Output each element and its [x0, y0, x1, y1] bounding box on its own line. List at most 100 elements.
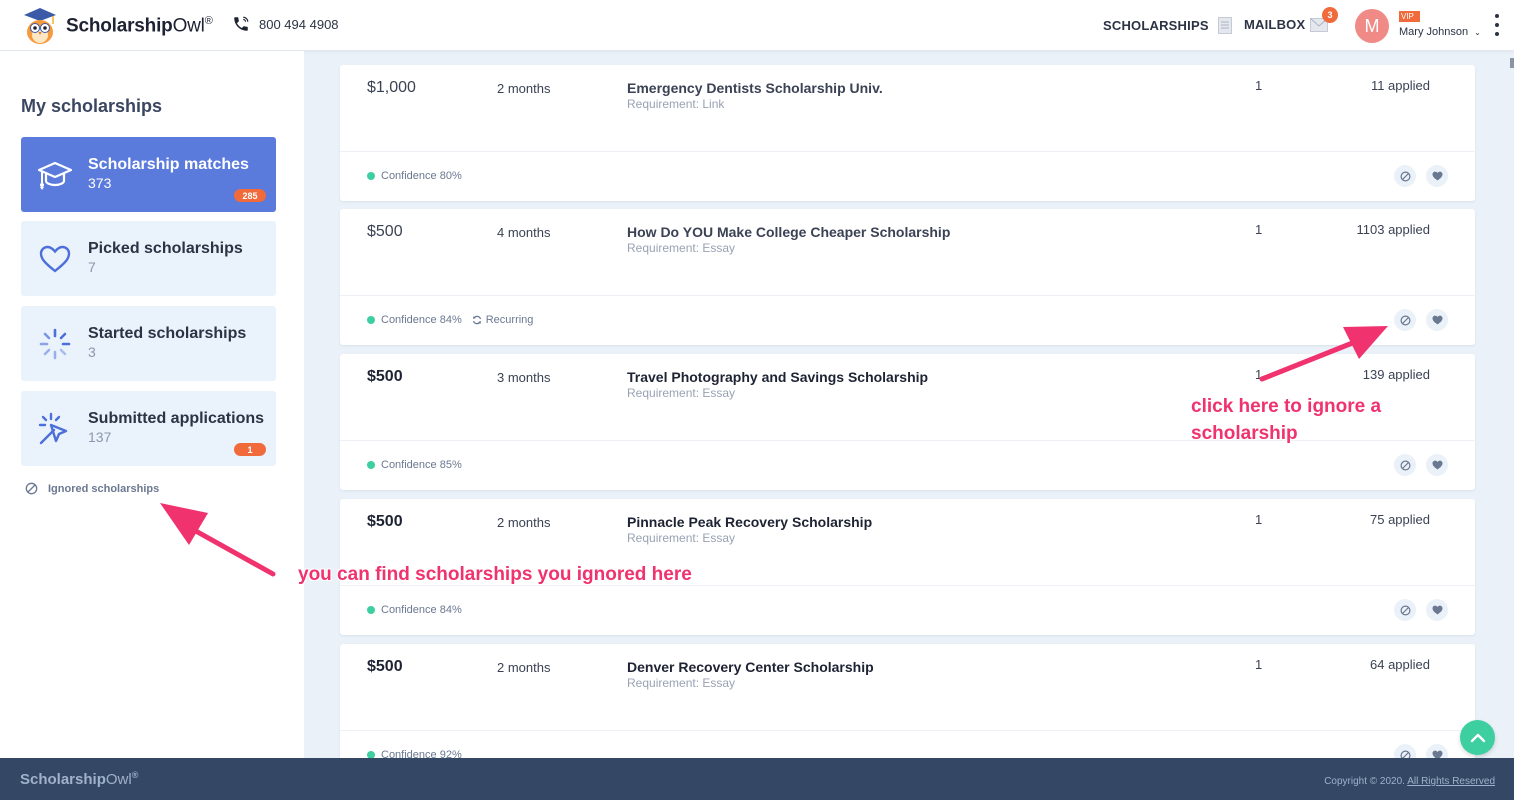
deadline: 2 months: [497, 515, 551, 530]
scholarship-title[interactable]: Pinnacle Peak Recovery Scholarship: [627, 514, 872, 530]
copyright: Copyright © 2020. All Rights Reserved: [1324, 776, 1495, 787]
ignore-button[interactable]: [1394, 454, 1416, 476]
sidebar-item-submitted-applications[interactable]: Submitted applications 137 1: [21, 391, 276, 466]
ignore-button[interactable]: [1394, 599, 1416, 621]
logo-registered-mark: ®: [204, 14, 213, 27]
nav-mailbox[interactable]: MAILBOX: [1244, 17, 1329, 32]
card-divider: [340, 295, 1475, 296]
more-menu-icon[interactable]: [1495, 14, 1499, 36]
sidebar-item-scholarship-matches[interactable]: Scholarship matches 373 285: [21, 137, 276, 212]
scholarship-card[interactable]: $1,000 2 months Emergency Dentists Scholar…: [340, 65, 1475, 201]
heart-icon: [1432, 171, 1442, 181]
scholarship-title[interactable]: Denver Recovery Center Scholarship: [627, 659, 874, 675]
vip-badge: VIP: [1399, 11, 1420, 22]
ignore-icon: [1400, 750, 1410, 758]
user-menu[interactable]: Mary Johnson ⌄: [1399, 26, 1481, 38]
footer-logo[interactable]: ScholarshipOwl®: [20, 770, 138, 788]
nav-scholarships[interactable]: SCHOLARSHIPS: [1103, 17, 1232, 34]
document-icon: [1217, 17, 1232, 34]
award-amount: $500: [367, 658, 403, 675]
recurring-label: Recurring: [485, 314, 534, 326]
copyright-text: Copyright © 2020.: [1324, 776, 1405, 787]
deadline: 2 months: [497, 81, 551, 96]
chevron-down-icon: ⌄: [1474, 28, 1481, 37]
confidence-dot-icon: [367, 606, 375, 614]
footer-logo-bold: Scholarship: [20, 771, 106, 788]
card-footer: Confidence 84%: [367, 604, 462, 616]
ignore-hint-line-2: scholarship: [1191, 423, 1298, 444]
confidence-label: Confidence 80%: [381, 170, 462, 182]
confidence-dot-icon: [367, 316, 375, 324]
logo-bold-text: Scholarship: [66, 15, 173, 37]
requirement: Requirement: Essay: [627, 241, 736, 255]
card-footer: Confidence 80%: [367, 170, 462, 182]
all-rights-reserved-link[interactable]: All Rights Reserved: [1407, 776, 1495, 787]
card-footer: Confidence 92%: [367, 749, 462, 758]
mailbox-unread-badge: 3: [1322, 7, 1338, 23]
applied-count: 75 applied: [1370, 512, 1430, 527]
card-divider: [340, 730, 1475, 731]
scholarship-card[interactable]: $500 4 months How Do YOU Make College Chea…: [340, 209, 1475, 345]
confidence-label: Confidence 84%: [381, 604, 462, 616]
footer-logo-light: Owl: [105, 771, 132, 788]
logo-light-text: Owl: [172, 15, 205, 37]
footer-logo-registered: ®: [131, 770, 139, 780]
award-amount: $500: [367, 513, 403, 530]
scholarshipowl-logo[interactable]: ScholarshipOwl®: [20, 6, 213, 46]
winners-count: 1: [1255, 367, 1263, 382]
new-matches-badge: 285: [234, 189, 266, 202]
ignore-button[interactable]: [1394, 744, 1416, 758]
winners-count: 1: [1255, 512, 1263, 527]
find-ignored-annotation: you can find scholarships you ignored he…: [298, 564, 692, 585]
favorite-button[interactable]: [1426, 744, 1448, 758]
winners-count: 1: [1255, 78, 1263, 93]
scholarship-card[interactable]: $500 2 months Denver Recovery Center Schol…: [340, 644, 1475, 758]
phone-contact[interactable]: 800 494 4908: [232, 15, 339, 33]
sidebar-item-label: Scholarship matches: [88, 156, 249, 173]
scholarship-title[interactable]: How Do YOU Make College Cheaper Scholars…: [627, 224, 950, 240]
confidence-label: Confidence 92%: [381, 749, 462, 758]
chevron-up-icon: [1470, 733, 1485, 742]
winners-count: 1: [1255, 657, 1263, 672]
sidebar-item-label: Started scholarships: [88, 325, 247, 342]
deadline: 2 months: [497, 660, 551, 675]
scholarship-title[interactable]: Emergency Dentists Scholarship Univ.: [627, 80, 883, 96]
award-amount: $500: [367, 368, 403, 385]
sidebar: My scholarships Scholarship matches 373 …: [0, 51, 304, 758]
applied-count: 11 applied: [1370, 78, 1430, 93]
heart-icon: [1432, 315, 1442, 325]
scrollbar-thumb[interactable]: [1510, 58, 1514, 68]
ignored-scholarships-label: Ignored scholarships: [48, 482, 160, 495]
avatar[interactable]: M: [1355, 9, 1389, 43]
card-footer: Confidence 85%: [367, 459, 462, 471]
ignore-hint-annotation: click here to ignore a scholarship: [1191, 393, 1381, 447]
ignored-scholarships-link[interactable]: Ignored scholarships: [25, 482, 159, 495]
favorite-button[interactable]: [1426, 309, 1448, 331]
graduation-cap-icon: [37, 157, 73, 193]
sidebar-item-label: Picked scholarships: [88, 240, 243, 257]
ignore-button[interactable]: [1394, 165, 1416, 187]
ignore-button[interactable]: [1394, 309, 1416, 331]
favorite-button[interactable]: [1426, 454, 1448, 476]
sidebar-item-count: 137: [88, 429, 112, 445]
sidebar-item-started-scholarships[interactable]: Started scholarships 3: [21, 306, 276, 381]
ignore-icon: [1399, 170, 1411, 182]
top-header: ScholarshipOwl® 800 494 4908 SCHOLARSHIP…: [0, 0, 1514, 51]
scholarship-title[interactable]: Travel Photography and Savings Scholarsh…: [627, 369, 928, 385]
sidebar-title: My scholarships: [21, 96, 163, 116]
ignore-hint-line-1: click here to ignore a: [1191, 396, 1382, 417]
phone-icon: [234, 16, 249, 31]
winners-count: 1: [1255, 222, 1263, 237]
favorite-button[interactable]: [1426, 165, 1448, 187]
sidebar-item-count: 7: [88, 259, 96, 275]
sidebar-item-picked-scholarships[interactable]: Picked scholarships 7: [21, 221, 276, 296]
requirement: Requirement: Essay: [627, 531, 736, 545]
award-amount: $1,000: [367, 79, 416, 96]
favorite-button[interactable]: [1426, 599, 1448, 621]
recurring-tag: Recurring: [472, 314, 534, 326]
confidence-label: Confidence 84%: [381, 314, 462, 326]
page-footer: ScholarshipOwl® Copyright © 2020. All Ri…: [0, 758, 1514, 800]
sidebar-item-count: 373: [88, 175, 112, 191]
deadline: 4 months: [497, 225, 551, 240]
scroll-to-top-button[interactable]: [1460, 720, 1495, 755]
